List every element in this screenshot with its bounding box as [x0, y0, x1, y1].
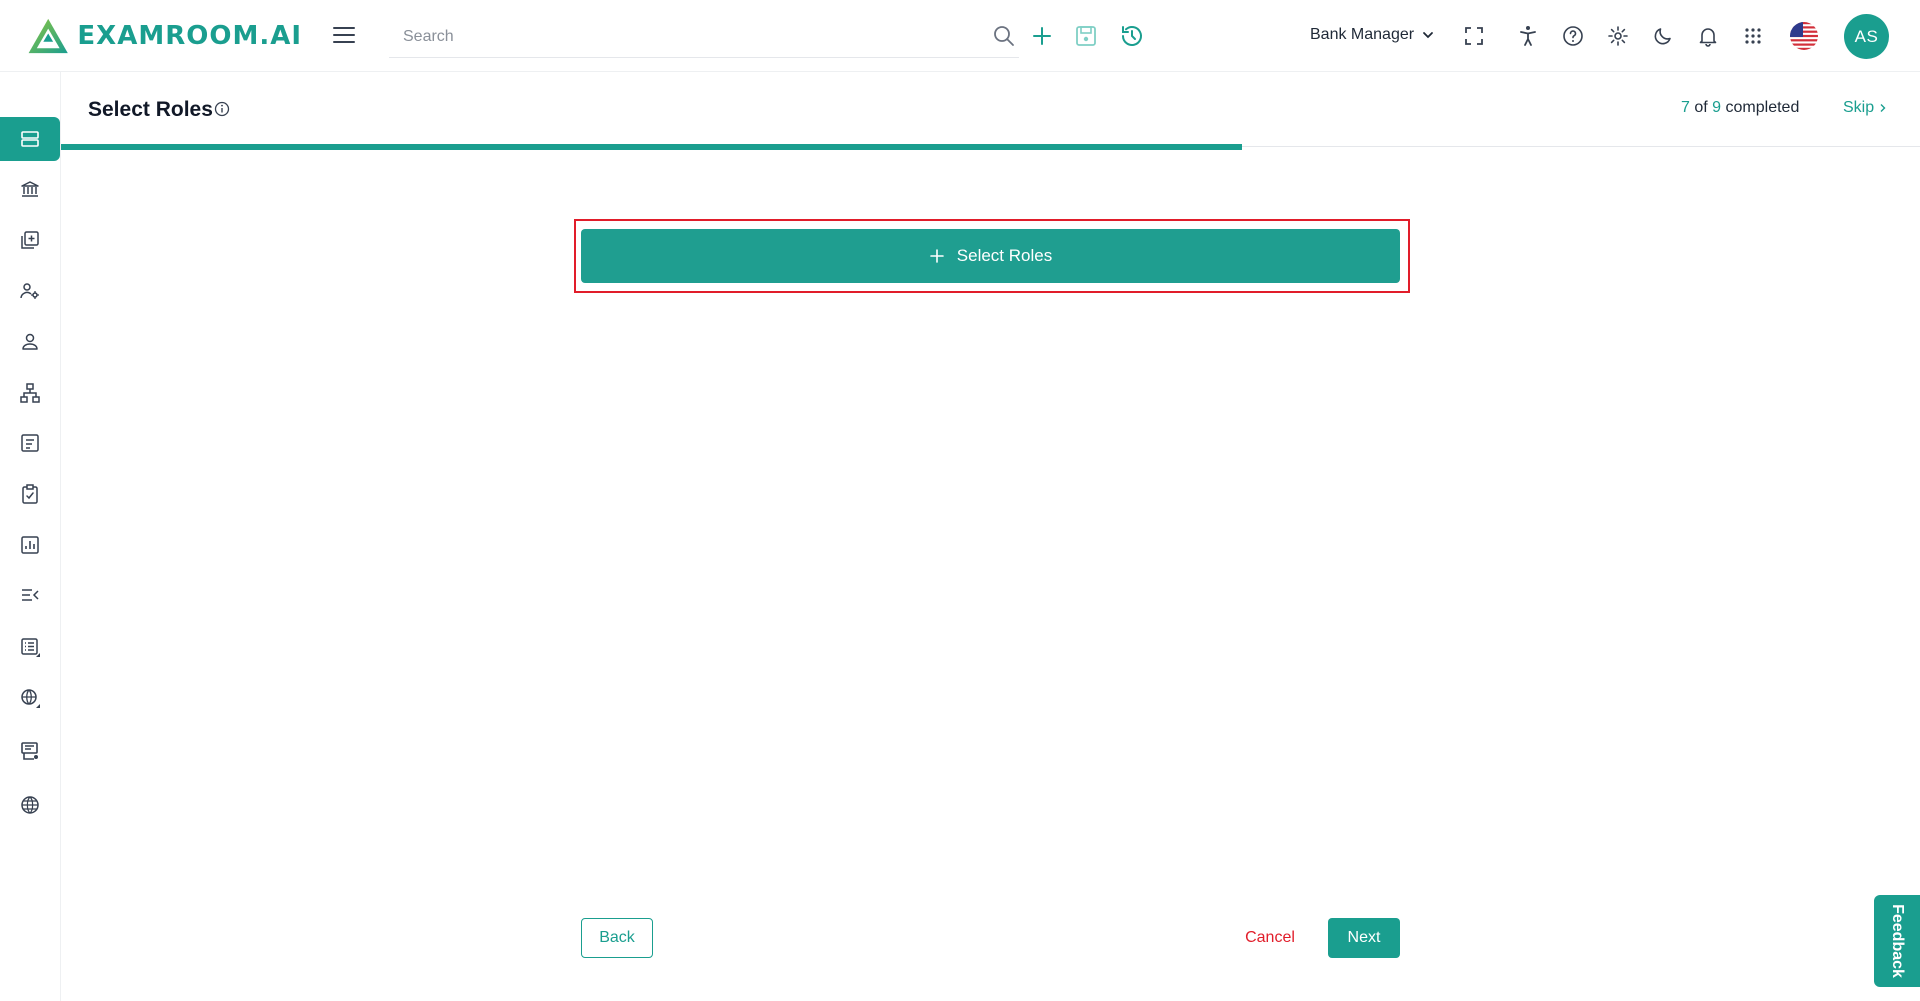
sidebar-item-chart[interactable] — [0, 523, 60, 567]
add-document-icon — [21, 231, 39, 249]
progress-current: 7 — [1681, 99, 1690, 116]
feedback-label: Feedback — [1889, 904, 1906, 978]
user-settings-icon — [20, 283, 39, 299]
dashboard-icon — [21, 131, 39, 147]
sidebar-item-report[interactable] — [0, 421, 60, 465]
sidebar-item-dashboard[interactable] — [0, 117, 60, 161]
select-roles-button[interactable]: Select Roles — [581, 229, 1400, 283]
notification-bell-icon[interactable] — [1696, 24, 1720, 48]
step-title-bar: Select Roles 7 of 9 completed Skip — [61, 72, 1920, 152]
clipboard-check-icon — [22, 484, 38, 504]
sidebar-item-list[interactable] — [0, 625, 60, 669]
settings-icon[interactable] — [1606, 24, 1630, 48]
globe-settings-icon — [21, 689, 40, 708]
sidebar-item-clipboard[interactable] — [0, 472, 60, 516]
left-sidebar — [0, 72, 61, 1001]
sidebar-item-user[interactable] — [0, 320, 60, 364]
user-icon — [22, 333, 38, 350]
chevron-right-icon — [1880, 104, 1886, 112]
apps-grid-icon[interactable] — [1741, 24, 1765, 48]
skip-link[interactable]: Skip — [1843, 99, 1888, 117]
report-icon — [21, 434, 39, 452]
sidebar-item-hierarchy[interactable] — [0, 371, 60, 415]
help-icon[interactable] — [1561, 24, 1585, 48]
chart-icon — [21, 536, 39, 554]
brand-name: EXAMROOM.AI — [77, 21, 302, 51]
info-icon[interactable] — [213, 100, 231, 118]
chevron-down-icon — [1423, 32, 1433, 39]
progress-total: 9 — [1712, 99, 1722, 116]
top-header: EXAMROOM.AI Bank Manager — [0, 0, 1920, 72]
menu-toggle-icon[interactable] — [331, 22, 357, 48]
fullscreen-icon[interactable] — [1462, 24, 1486, 48]
dark-mode-icon[interactable] — [1651, 24, 1675, 48]
next-button[interactable]: Next — [1328, 918, 1400, 958]
us-flag-icon[interactable] — [1790, 22, 1818, 50]
sidebar-item-add-document[interactable] — [0, 218, 60, 262]
role-selector[interactable]: Bank Manager — [1310, 22, 1434, 48]
progress-of: of — [1694, 99, 1708, 116]
sidebar-item-list-filter[interactable] — [0, 573, 60, 617]
add-icon[interactable] — [1030, 24, 1054, 48]
globe-icon — [21, 796, 39, 814]
bank-icon — [21, 181, 39, 197]
role-selector-label: Bank Manager — [1310, 26, 1415, 43]
history-icon[interactable] — [1119, 23, 1145, 49]
sidebar-item-globe-settings[interactable] — [0, 676, 60, 720]
page-title: Select Roles — [88, 98, 213, 121]
sidebar-item-bank[interactable] — [0, 167, 60, 211]
back-button[interactable]: Back — [581, 918, 653, 958]
step-progress-text: 7 of 9 completed — [1681, 99, 1799, 117]
search-icon[interactable] — [992, 24, 1016, 48]
progress-bar-fill — [61, 144, 1242, 150]
list-icon — [21, 638, 40, 657]
skip-label: Skip — [1843, 99, 1875, 116]
list-filter-icon — [22, 589, 39, 601]
sidebar-item-printer[interactable] — [0, 729, 60, 773]
logo-mark-icon — [28, 18, 68, 54]
progress-suffix: completed — [1725, 99, 1800, 116]
printer-icon — [21, 742, 38, 760]
sidebar-item-user-settings[interactable] — [0, 269, 60, 313]
select-roles-label: Select Roles — [956, 246, 1053, 265]
plus-icon — [929, 249, 944, 263]
user-avatar[interactable]: AS — [1844, 14, 1889, 59]
sidebar-item-globe[interactable] — [0, 783, 60, 827]
save-icon[interactable] — [1074, 24, 1098, 48]
brand-logo[interactable]: EXAMROOM.AI — [27, 13, 302, 59]
search-bar — [389, 18, 1019, 58]
cancel-button[interactable]: Cancel — [1236, 918, 1304, 958]
hierarchy-icon — [20, 383, 40, 403]
accessibility-icon[interactable] — [1516, 24, 1540, 48]
search-input[interactable] — [403, 24, 963, 50]
feedback-tab[interactable]: Feedback — [1874, 895, 1920, 987]
